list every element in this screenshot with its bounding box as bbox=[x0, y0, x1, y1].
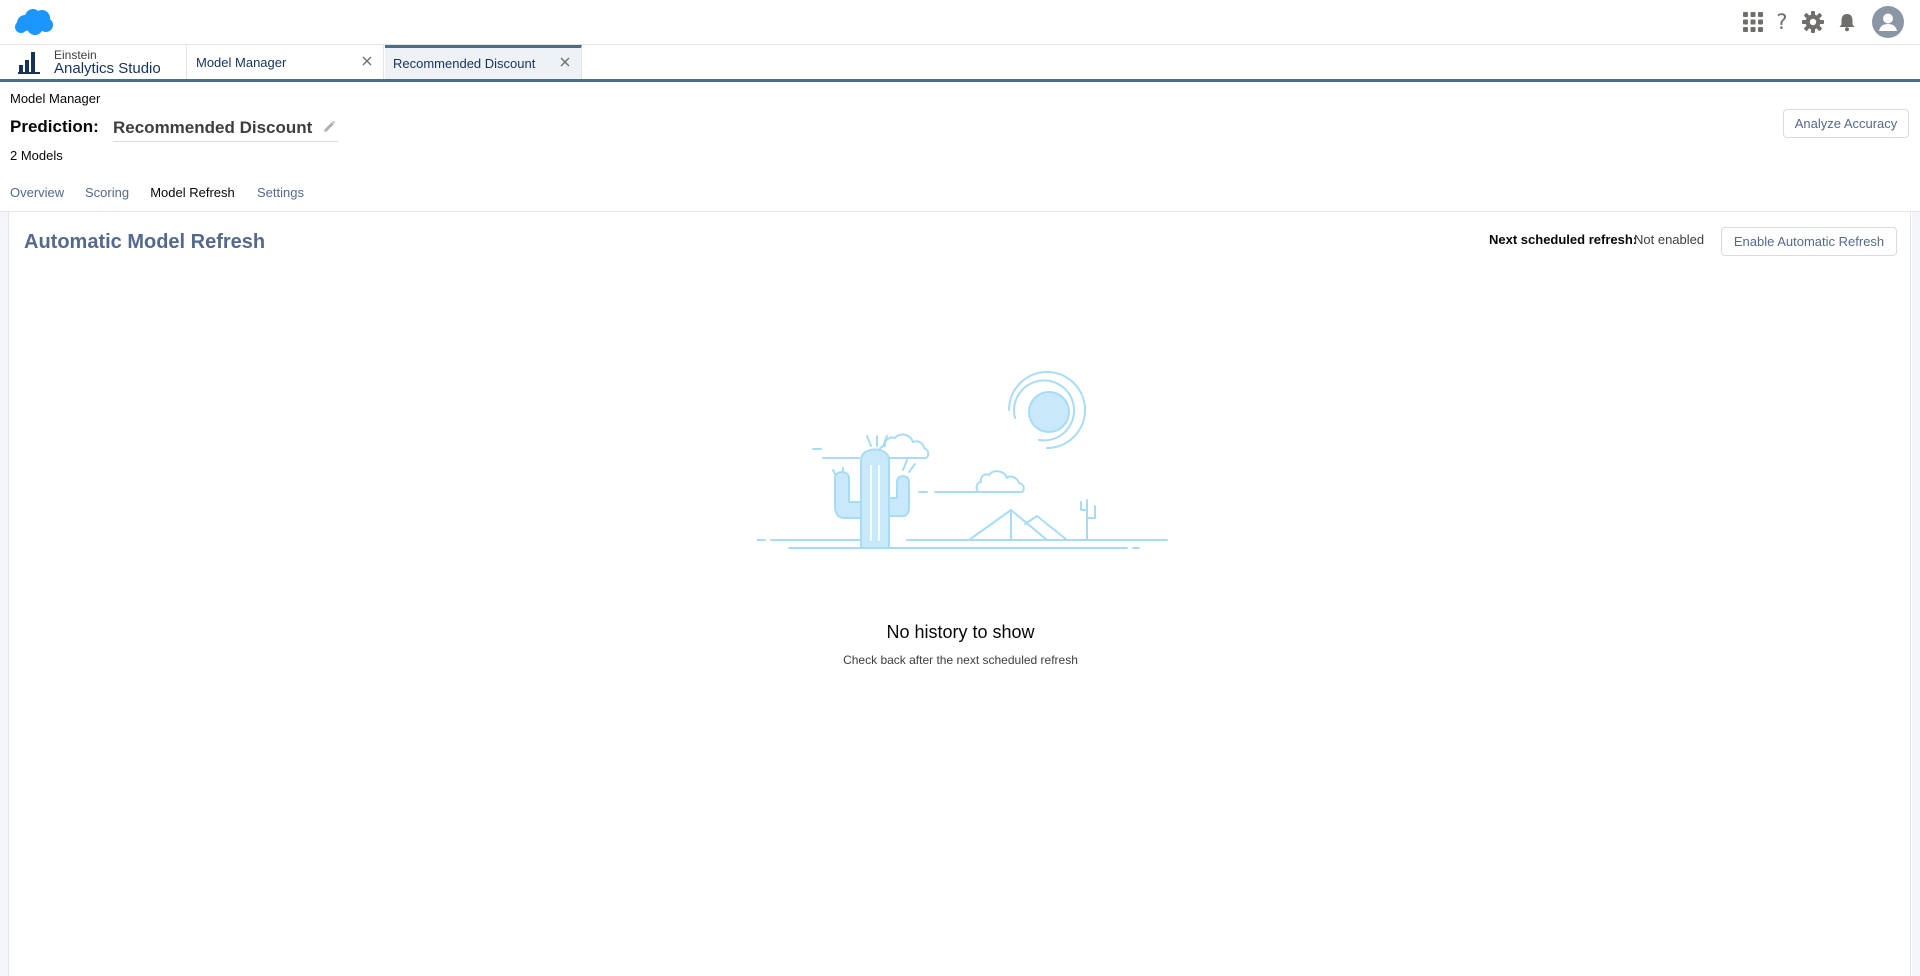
analytics-chart-icon bbox=[18, 52, 40, 74]
tab-scoring[interactable]: Scoring bbox=[85, 185, 129, 211]
empty-state-subtitle: Check back after the next scheduled refr… bbox=[843, 653, 1078, 667]
setup-gear-icon[interactable] bbox=[1798, 9, 1828, 35]
edit-pencil-icon[interactable] bbox=[322, 120, 336, 134]
app-launcher-name[interactable]: Einstein Analytics Studio bbox=[0, 45, 187, 79]
workspace-tab-bar: Einstein Analytics Studio Model Manager … bbox=[0, 45, 1920, 82]
salesforce-cloud-logo[interactable] bbox=[13, 7, 55, 37]
breadcrumb[interactable]: Model Manager bbox=[10, 91, 100, 106]
empty-state-title: No history to show bbox=[886, 622, 1035, 642]
global-header: ? bbox=[0, 0, 1920, 45]
tab-recommended-discount[interactable]: Recommended Discount bbox=[385, 45, 582, 79]
tab-label: Model Manager bbox=[196, 55, 287, 70]
close-icon[interactable] bbox=[361, 55, 373, 67]
next-refresh-value: Not enabled bbox=[1634, 232, 1705, 247]
help-icon[interactable]: ? bbox=[1770, 9, 1794, 35]
analyze-accuracy-button[interactable]: Analyze Accuracy bbox=[1783, 109, 1909, 138]
model-refresh-panel: Automatic Model Refresh Next scheduled r… bbox=[8, 212, 1911, 976]
tab-settings[interactable]: Settings bbox=[257, 185, 304, 211]
close-icon[interactable] bbox=[559, 56, 571, 68]
left-gutter bbox=[0, 212, 8, 976]
tab-label: Recommended Discount bbox=[393, 56, 536, 71]
tab-model-manager[interactable]: Model Manager bbox=[188, 45, 384, 79]
models-count: 2 Models bbox=[10, 148, 63, 163]
app-title: Analytics Studio bbox=[54, 60, 161, 77]
right-gutter bbox=[1912, 212, 1920, 976]
desert-empty-state-illustration bbox=[757, 371, 1168, 549]
section-title: Automatic Model Refresh bbox=[24, 231, 266, 253]
header-icons: ? bbox=[1736, 6, 1904, 38]
enable-automatic-refresh-button[interactable]: Enable Automatic Refresh bbox=[1721, 227, 1897, 256]
next-refresh-label: Next scheduled refresh: bbox=[1489, 232, 1638, 247]
user-avatar-icon[interactable] bbox=[1872, 6, 1904, 38]
prediction-label: Prediction: bbox=[10, 117, 99, 136]
app-launcher-icon[interactable] bbox=[1740, 9, 1766, 35]
tab-overview[interactable]: Overview bbox=[10, 185, 64, 211]
prediction-name[interactable]: Recommended Discount bbox=[113, 118, 339, 142]
notifications-bell-icon[interactable] bbox=[1832, 9, 1862, 35]
sub-tab-bar: Overview Scoring Model Refresh Settings bbox=[0, 180, 1920, 216]
